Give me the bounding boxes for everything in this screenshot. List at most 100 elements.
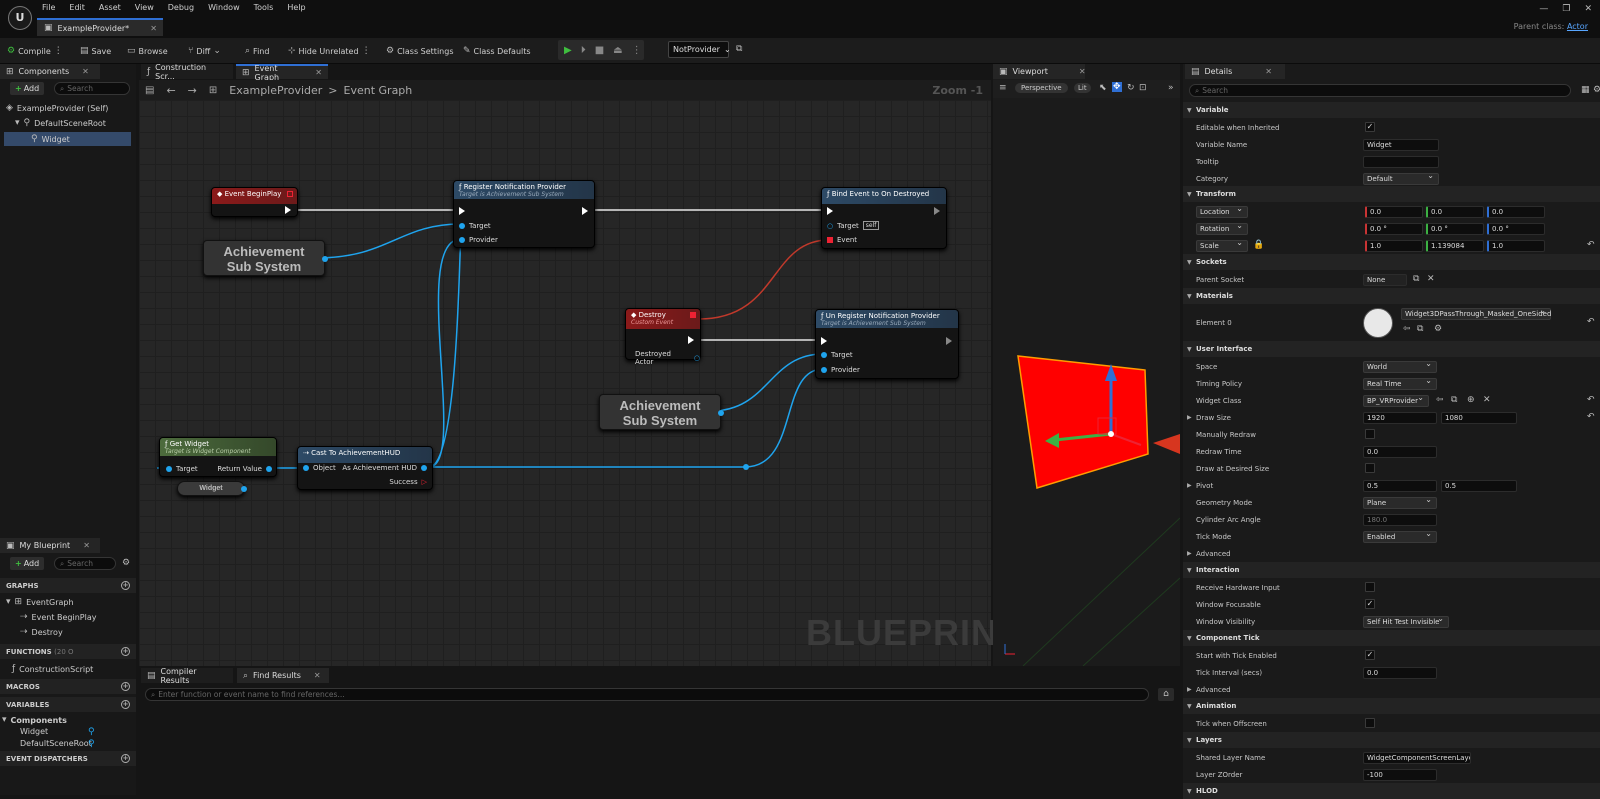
add-member-button[interactable]: + Add [10, 557, 45, 570]
destroyed-actor-pin[interactable]: Destroyed Actor ○ [635, 350, 700, 366]
node-achievement-subsystem-a[interactable]: Achievement Sub System [203, 240, 328, 276]
add-function-icon[interactable]: + [121, 647, 130, 656]
my-blueprint-tab[interactable]: ▣ My Blueprint ✕ [0, 538, 100, 553]
window-focusable-checkbox[interactable]: ✓ [1365, 599, 1375, 609]
my-blueprint-search-input[interactable]: ⌕ Search [54, 557, 116, 570]
select-mode-icon[interactable]: ⬉ [1099, 83, 1107, 93]
menu-edit[interactable]: Edit [69, 3, 85, 12]
location-mode-select[interactable]: Location [1196, 204, 1248, 218]
variable-item-default-scene-root[interactable]: DefaultSceneRoot ⚲ [20, 739, 98, 749]
material-thumbnail[interactable] [1363, 308, 1393, 338]
node-register-notification-provider[interactable]: ƒ Register Notification Provider Target i… [453, 180, 595, 248]
node-get-widget[interactable]: ƒ Get Widget Target is Widget Component T… [159, 437, 277, 477]
browse-socket-icon[interactable]: ⧉ [1413, 274, 1419, 284]
reset-icon[interactable]: ↶ [1587, 240, 1595, 250]
close-tab-icon[interactable]: ✕ [82, 67, 89, 76]
output-pin[interactable] [322, 256, 328, 262]
exec-in-pin[interactable] [827, 207, 833, 215]
location-z-input[interactable]: 0.0 [1487, 206, 1545, 218]
tooltip-input[interactable] [1363, 156, 1439, 168]
menu-window[interactable]: Window [208, 3, 240, 12]
menu-debug[interactable]: Debug [168, 3, 194, 12]
clear-icon[interactable]: ✕ [1427, 274, 1435, 284]
menu-tools[interactable]: Tools [254, 3, 274, 12]
node-unregister-notification-provider[interactable]: ƒ Un Register Notification Provider Targe… [815, 309, 959, 379]
rotation-mode-select[interactable]: Rotation [1196, 221, 1248, 235]
close-tab-icon[interactable]: ✕ [315, 68, 322, 77]
section-animation[interactable]: ▼ Animation [1183, 698, 1600, 714]
provider-pin[interactable]: Provider [459, 236, 498, 244]
event-dispatchers-section[interactable]: EVENT DISPATCHERS + [0, 751, 136, 766]
tree-item-widget[interactable]: ⚲ Widget [4, 132, 131, 146]
close-tab-icon[interactable]: ✕ [1079, 67, 1086, 76]
add-icon[interactable]: ⊕ [1467, 395, 1475, 405]
section-component-tick[interactable]: ▼ Component Tick [1183, 630, 1600, 646]
row-advanced-tick[interactable]: ▶ Advanced [1183, 681, 1600, 698]
debug-filter-icon[interactable]: ⧉ [736, 44, 742, 54]
manually-redraw-checkbox[interactable] [1365, 429, 1375, 439]
rotation-y-input[interactable]: 0.0 ° [1426, 223, 1484, 235]
section-variable[interactable]: ▼ Variable [1183, 102, 1600, 118]
kebab-icon[interactable]: ⋮ [54, 46, 63, 56]
reset-icon[interactable]: ↶ [1587, 317, 1595, 327]
node-widget-variable[interactable]: Widget [177, 481, 247, 496]
receive-hardware-input-checkbox[interactable] [1365, 582, 1375, 592]
use-selected-icon[interactable]: ⇦ [1403, 324, 1411, 334]
close-tab-icon[interactable]: ✕ [83, 541, 90, 550]
clear-icon[interactable]: ✕ [1483, 395, 1491, 405]
eject-icon[interactable]: ⏏ [613, 45, 622, 56]
save-button[interactable]: ▤ Save [80, 43, 111, 59]
provider-pin[interactable]: Provider [821, 366, 860, 374]
tab-event-graph[interactable]: ⊞ Event Graph ✕ [236, 64, 328, 82]
shared-layer-name-input[interactable]: WidgetComponentScreenLayer [1363, 752, 1471, 764]
details-search-input[interactable]: ⌕ Search [1189, 84, 1571, 97]
menu-file[interactable]: File [42, 3, 55, 12]
translate-mode-icon[interactable]: ✥ [1112, 82, 1122, 92]
forward-icon[interactable]: → [188, 84, 197, 97]
timing-policy-select[interactable]: Real Time [1363, 376, 1437, 390]
location-x-input[interactable]: 0.0 [1365, 206, 1423, 218]
menu-view[interactable]: View [135, 3, 154, 12]
editable-when-inherited-checkbox[interactable]: ✓ [1365, 122, 1375, 132]
section-transform[interactable]: ▼ Transform [1183, 186, 1600, 202]
target-pin[interactable]: Target [459, 222, 491, 230]
expand-icon[interactable]: ▶ [1187, 482, 1192, 489]
rotation-x-input[interactable]: 0.0 ° [1365, 223, 1423, 235]
close-tab-icon[interactable]: ✕ [314, 671, 321, 680]
function-item-construction-script[interactable]: ƒ ConstructionScript [12, 664, 93, 674]
category-select[interactable]: Default [1363, 171, 1439, 185]
event-graph-canvas[interactable]: ◆ Event BeginPlay Achievement Sub System… [139, 100, 1020, 666]
graphs-section[interactable]: GRAPHS + [0, 578, 136, 593]
close-tab-icon[interactable]: ✕ [1265, 67, 1272, 76]
pivot-x-input[interactable]: 0.5 [1363, 480, 1437, 492]
stop-icon[interactable]: ■ [595, 45, 604, 56]
browse-icon[interactable]: ⧉ [1417, 324, 1423, 334]
play-icon[interactable]: ▶ [564, 45, 572, 56]
tab-find-results[interactable]: ⌕ Find Results ✕ [237, 668, 329, 683]
tree-item-default-scene-root[interactable]: ▾ ⚲ DefaultSceneRoot [15, 118, 106, 128]
exec-out-pin[interactable] [934, 207, 940, 215]
use-selected-icon[interactable]: ⇦ [1436, 395, 1444, 405]
delegate-pin-icon[interactable] [287, 191, 293, 197]
close-tab-icon[interactable]: ✕ [150, 24, 157, 33]
browse-button[interactable]: ▭ Browse [127, 43, 168, 59]
redraw-time-input[interactable]: 0.0 [1363, 446, 1437, 458]
section-interaction[interactable]: ▼ Interaction [1183, 562, 1600, 578]
hide-unrelated-button[interactable]: ⊹ Hide Unrelated ⋮ [288, 43, 371, 59]
tab-construction-script[interactable]: ƒ Construction Scr... [141, 63, 233, 81]
expand-icon[interactable]: ▾ [2, 715, 7, 725]
layer-zorder-input[interactable]: -100 [1363, 769, 1437, 781]
section-materials[interactable]: ▼ Materials [1183, 288, 1600, 304]
close-window-icon[interactable]: ✕ [1584, 4, 1592, 14]
restore-icon[interactable]: ❐ [1562, 4, 1570, 14]
add-variable-icon[interactable]: + [121, 700, 130, 709]
debug-object-select[interactable]: NotProvider ⌄ [668, 41, 731, 58]
space-select[interactable]: World [1363, 359, 1437, 373]
scale-x-input[interactable]: 1.0 [1365, 240, 1423, 252]
start-with-tick-checkbox[interactable]: ✓ [1365, 650, 1375, 660]
output-pin[interactable] [241, 486, 247, 492]
scale-z-input[interactable]: 1.0 [1487, 240, 1545, 252]
lit-button[interactable]: Lit [1074, 83, 1091, 93]
scale-mode-icon[interactable]: ⊡ [1139, 83, 1147, 93]
compile-button[interactable]: ⚙ Compile ⋮ [7, 43, 63, 59]
